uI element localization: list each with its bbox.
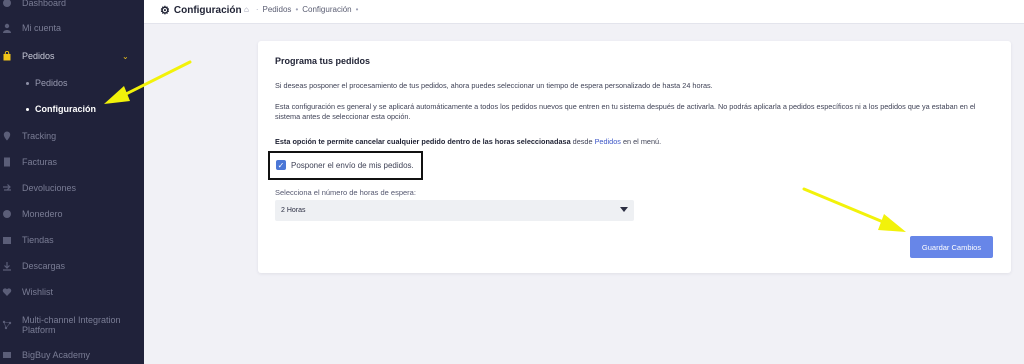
- gear-icon: ⚙: [160, 5, 170, 17]
- caret-down-icon: [620, 207, 628, 212]
- heart-icon: [2, 287, 12, 297]
- sidebar-item-facturas[interactable]: Facturas: [0, 156, 144, 168]
- page-title: ⚙ Configuración: [160, 4, 242, 17]
- bullet-icon: [26, 81, 29, 85]
- sidebar-item-label: Tracking: [22, 131, 57, 141]
- sidebar-subitem-label: Configuración: [35, 104, 96, 114]
- sidebar-subitem-pedidos[interactable]: Pedidos: [26, 78, 68, 88]
- integration-icon: [2, 320, 12, 330]
- postpone-checkbox[interactable]: ✓: [276, 160, 286, 170]
- sidebar-item-monedero[interactable]: Monedero: [0, 208, 144, 220]
- hours-select[interactable]: 2 Horas: [275, 200, 634, 221]
- sidebar-item-tiendas[interactable]: Tiendas: [0, 234, 144, 246]
- sidebar: Dashboard Mi cuenta Pedidos ⌄ Pedidos Co…: [0, 0, 144, 364]
- bag-icon: [2, 51, 12, 61]
- sidebar-item-label: Multi-channel Integration Platform: [22, 315, 121, 335]
- sidebar-item-label: Mi cuenta: [22, 23, 62, 33]
- store-icon: [2, 235, 12, 245]
- card-title: Programa tus pedidos: [275, 56, 371, 66]
- sidebar-item-wishlist[interactable]: Wishlist: [0, 286, 144, 298]
- sidebar-item-label: Descargas: [22, 261, 66, 271]
- academy-icon: [2, 350, 12, 360]
- sidebar-item-label: Tiendas: [22, 235, 54, 245]
- sidebar-item-pedidos[interactable]: Pedidos ⌄: [0, 50, 144, 62]
- sidebar-item-multichannel[interactable]: Multi-channel Integration Platform: [0, 314, 144, 336]
- dashboard-icon: [2, 0, 12, 8]
- wallet-icon: [2, 209, 12, 219]
- postpone-checkbox-label: Posponer el envío de mis pedidos.: [291, 160, 414, 170]
- bullet-icon: [26, 107, 29, 111]
- sidebar-item-devoluciones[interactable]: Devoluciones: [0, 182, 144, 194]
- download-icon: [2, 261, 12, 271]
- sidebar-item-tracking[interactable]: Tracking: [0, 130, 144, 142]
- sidebar-item-label: Dashboard: [22, 0, 67, 8]
- postpone-checkbox-row[interactable]: ✓ Posponer el envío de mis pedidos.: [276, 160, 414, 170]
- sidebar-item-academy[interactable]: BigBuy Academy: [0, 349, 144, 361]
- save-changes-button[interactable]: Guardar Cambios: [910, 236, 993, 258]
- location-icon: [2, 131, 12, 141]
- sidebar-item-label: Pedidos: [22, 51, 55, 61]
- sidebar-item-dashboard[interactable]: Dashboard: [0, 0, 144, 9]
- breadcrumb-pedidos[interactable]: Pedidos: [263, 5, 292, 14]
- cancel-note-text: en el menú.: [620, 137, 662, 146]
- breadcrumb-separator: •: [295, 5, 299, 14]
- sidebar-item-descargas[interactable]: Descargas: [0, 260, 144, 272]
- breadcrumb-separator: ·: [255, 5, 259, 14]
- sidebar-subitem-label: Pedidos: [35, 78, 68, 88]
- cancel-note: Esta opción te permite cancelar cualquie…: [275, 137, 995, 147]
- home-icon[interactable]: ⌂: [244, 5, 249, 14]
- breadcrumb-configuracion: Configuración: [302, 5, 352, 14]
- cancel-note-bold: Esta opción te permite cancelar cualquie…: [275, 137, 571, 146]
- user-icon: [2, 23, 12, 33]
- page-title-text: Configuración: [173, 5, 242, 16]
- hours-select-label: Selecciona el número de horas de espera:: [275, 188, 416, 197]
- breadcrumb-separator: •: [355, 5, 359, 14]
- description-paragraph: Si deseas posponer el procesamiento de t…: [275, 81, 713, 90]
- sidebar-item-label: Devoluciones: [22, 183, 77, 193]
- invoice-icon: [2, 157, 12, 167]
- chevron-down-icon[interactable]: ⌄: [122, 52, 129, 61]
- return-icon: [2, 183, 12, 193]
- sidebar-subitem-configuracion[interactable]: Configuración: [26, 104, 96, 114]
- sidebar-item-label: Wishlist: [22, 287, 53, 297]
- sidebar-item-mi-cuenta[interactable]: Mi cuenta: [0, 22, 144, 34]
- breadcrumb: ⌂ · Pedidos • Configuración •: [244, 5, 362, 14]
- sidebar-item-label: BigBuy Academy: [22, 350, 91, 360]
- page-header: ⚙ Configuración ⌂ · Pedidos • Configurac…: [144, 0, 1024, 24]
- hours-select-value: 2 Horas: [281, 207, 306, 214]
- info-paragraph: Esta configuración es general y se aplic…: [275, 102, 976, 121]
- sidebar-item-label: Facturas: [22, 157, 58, 167]
- sidebar-item-label: Monedero: [22, 209, 63, 219]
- pedidos-link[interactable]: Pedidos: [595, 137, 621, 146]
- cancel-note-text: desde: [570, 137, 595, 146]
